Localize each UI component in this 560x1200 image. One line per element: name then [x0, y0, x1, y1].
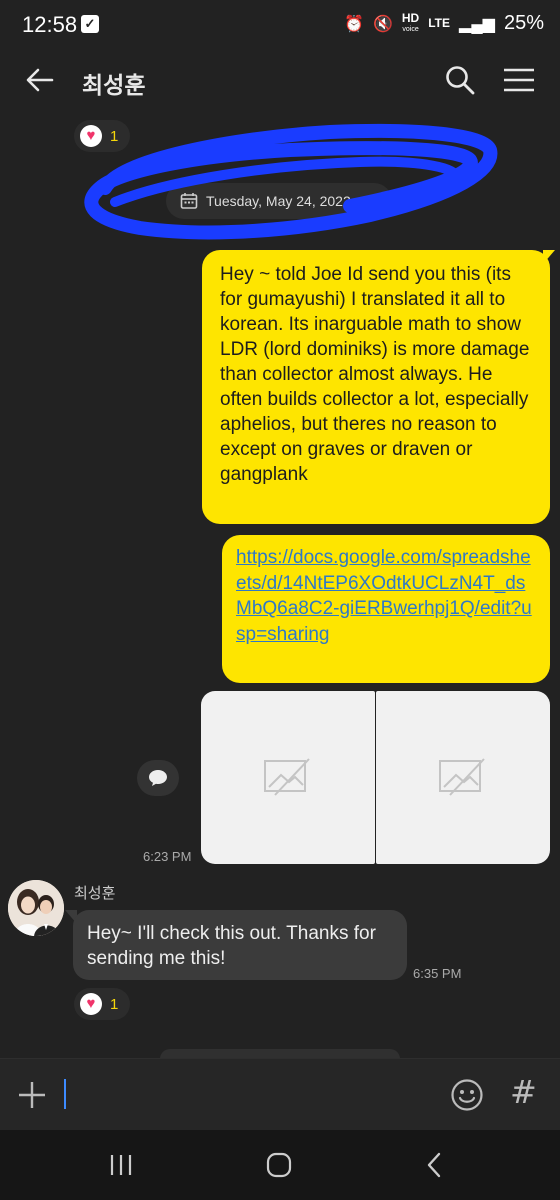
date-text: Tuesday, May 24, 2022 [206, 193, 351, 209]
message-input[interactable] [70, 1073, 430, 1117]
mute-icon: 🔇 [372, 15, 393, 33]
speech-bubble-icon [149, 770, 167, 786]
search-icon[interactable] [444, 64, 476, 96]
message-input-bar: # [0, 1058, 560, 1130]
text-cursor [64, 1079, 66, 1109]
status-time: 12:58 [22, 12, 78, 37]
reaction-count: 1 [110, 995, 119, 1013]
sender-name: 최성훈 [74, 885, 116, 902]
status-indicators: ⏰ 🔇 HD voice LTE ▂▄▆ 25% [344, 12, 544, 35]
message-timestamp: 6:35 PM [413, 966, 462, 981]
menu-icon[interactable] [502, 66, 536, 94]
outgoing-link-message[interactable]: https://docs.google.com/spreadsheets/d/1… [222, 535, 550, 683]
home-icon[interactable] [266, 1152, 292, 1178]
reaction-pill[interactable]: ♥ 1 [74, 120, 131, 152]
share-button[interactable] [137, 760, 179, 796]
outgoing-message[interactable]: Hey ~ told Joe Id send you this (its for… [202, 250, 550, 524]
system-nav-bar [0, 1130, 560, 1200]
battery-percentage: 25% [503, 12, 544, 34]
image-placeholder-icon [264, 758, 310, 796]
chevron-right-icon: › [362, 192, 369, 209]
chat-header: 최성훈 [0, 52, 560, 110]
plus-icon[interactable] [16, 1079, 48, 1111]
status-bar: 12:58 ✓ ⏰ 🔇 HD voice LTE ▂▄▆ 25% [0, 0, 560, 52]
reaction-count: 1 [110, 127, 119, 145]
back-icon[interactable] [422, 1152, 448, 1178]
profile-photo [8, 880, 64, 936]
reaction-pill[interactable]: ♥ 1 [74, 988, 131, 1020]
heart-icon: ♥ [80, 993, 102, 1015]
chat-title: 최성훈 [82, 72, 146, 98]
notification-check-icon: ✓ [81, 15, 99, 33]
shared-photo[interactable] [376, 691, 550, 864]
signal-icon: ▂▄▆ [459, 15, 495, 33]
chat-screen: 12:58 ✓ ⏰ 🔇 HDvoice LTE ▂▄▆ 25% 최성훈 ♥ 1 [0, 0, 560, 1200]
shared-photo[interactable] [201, 691, 375, 864]
emoji-icon[interactable] [450, 1078, 484, 1112]
spreadsheet-link[interactable]: https://docs.google.com/spreadsheets/d/1… [236, 547, 532, 645]
heart-icon: ♥ [80, 125, 102, 147]
avatar[interactable] [8, 880, 64, 936]
hd-voice-icon: HD voice [401, 10, 420, 33]
image-placeholder-icon [439, 758, 485, 796]
hash-icon[interactable]: # [510, 1073, 537, 1111]
lte-icon: LTE [428, 16, 451, 30]
alarm-icon: ⏰ [344, 15, 364, 33]
back-arrow-icon[interactable] [24, 64, 56, 96]
date-divider[interactable]: Tuesday, May 24, 2022 › [166, 183, 392, 219]
recent-apps-icon[interactable] [108, 1152, 134, 1178]
incoming-message[interactable]: Hey~ I'll check this out. Thanks for sen… [73, 910, 407, 980]
calendar-icon [180, 193, 198, 209]
message-timestamp: 6:23 PM [143, 849, 192, 864]
